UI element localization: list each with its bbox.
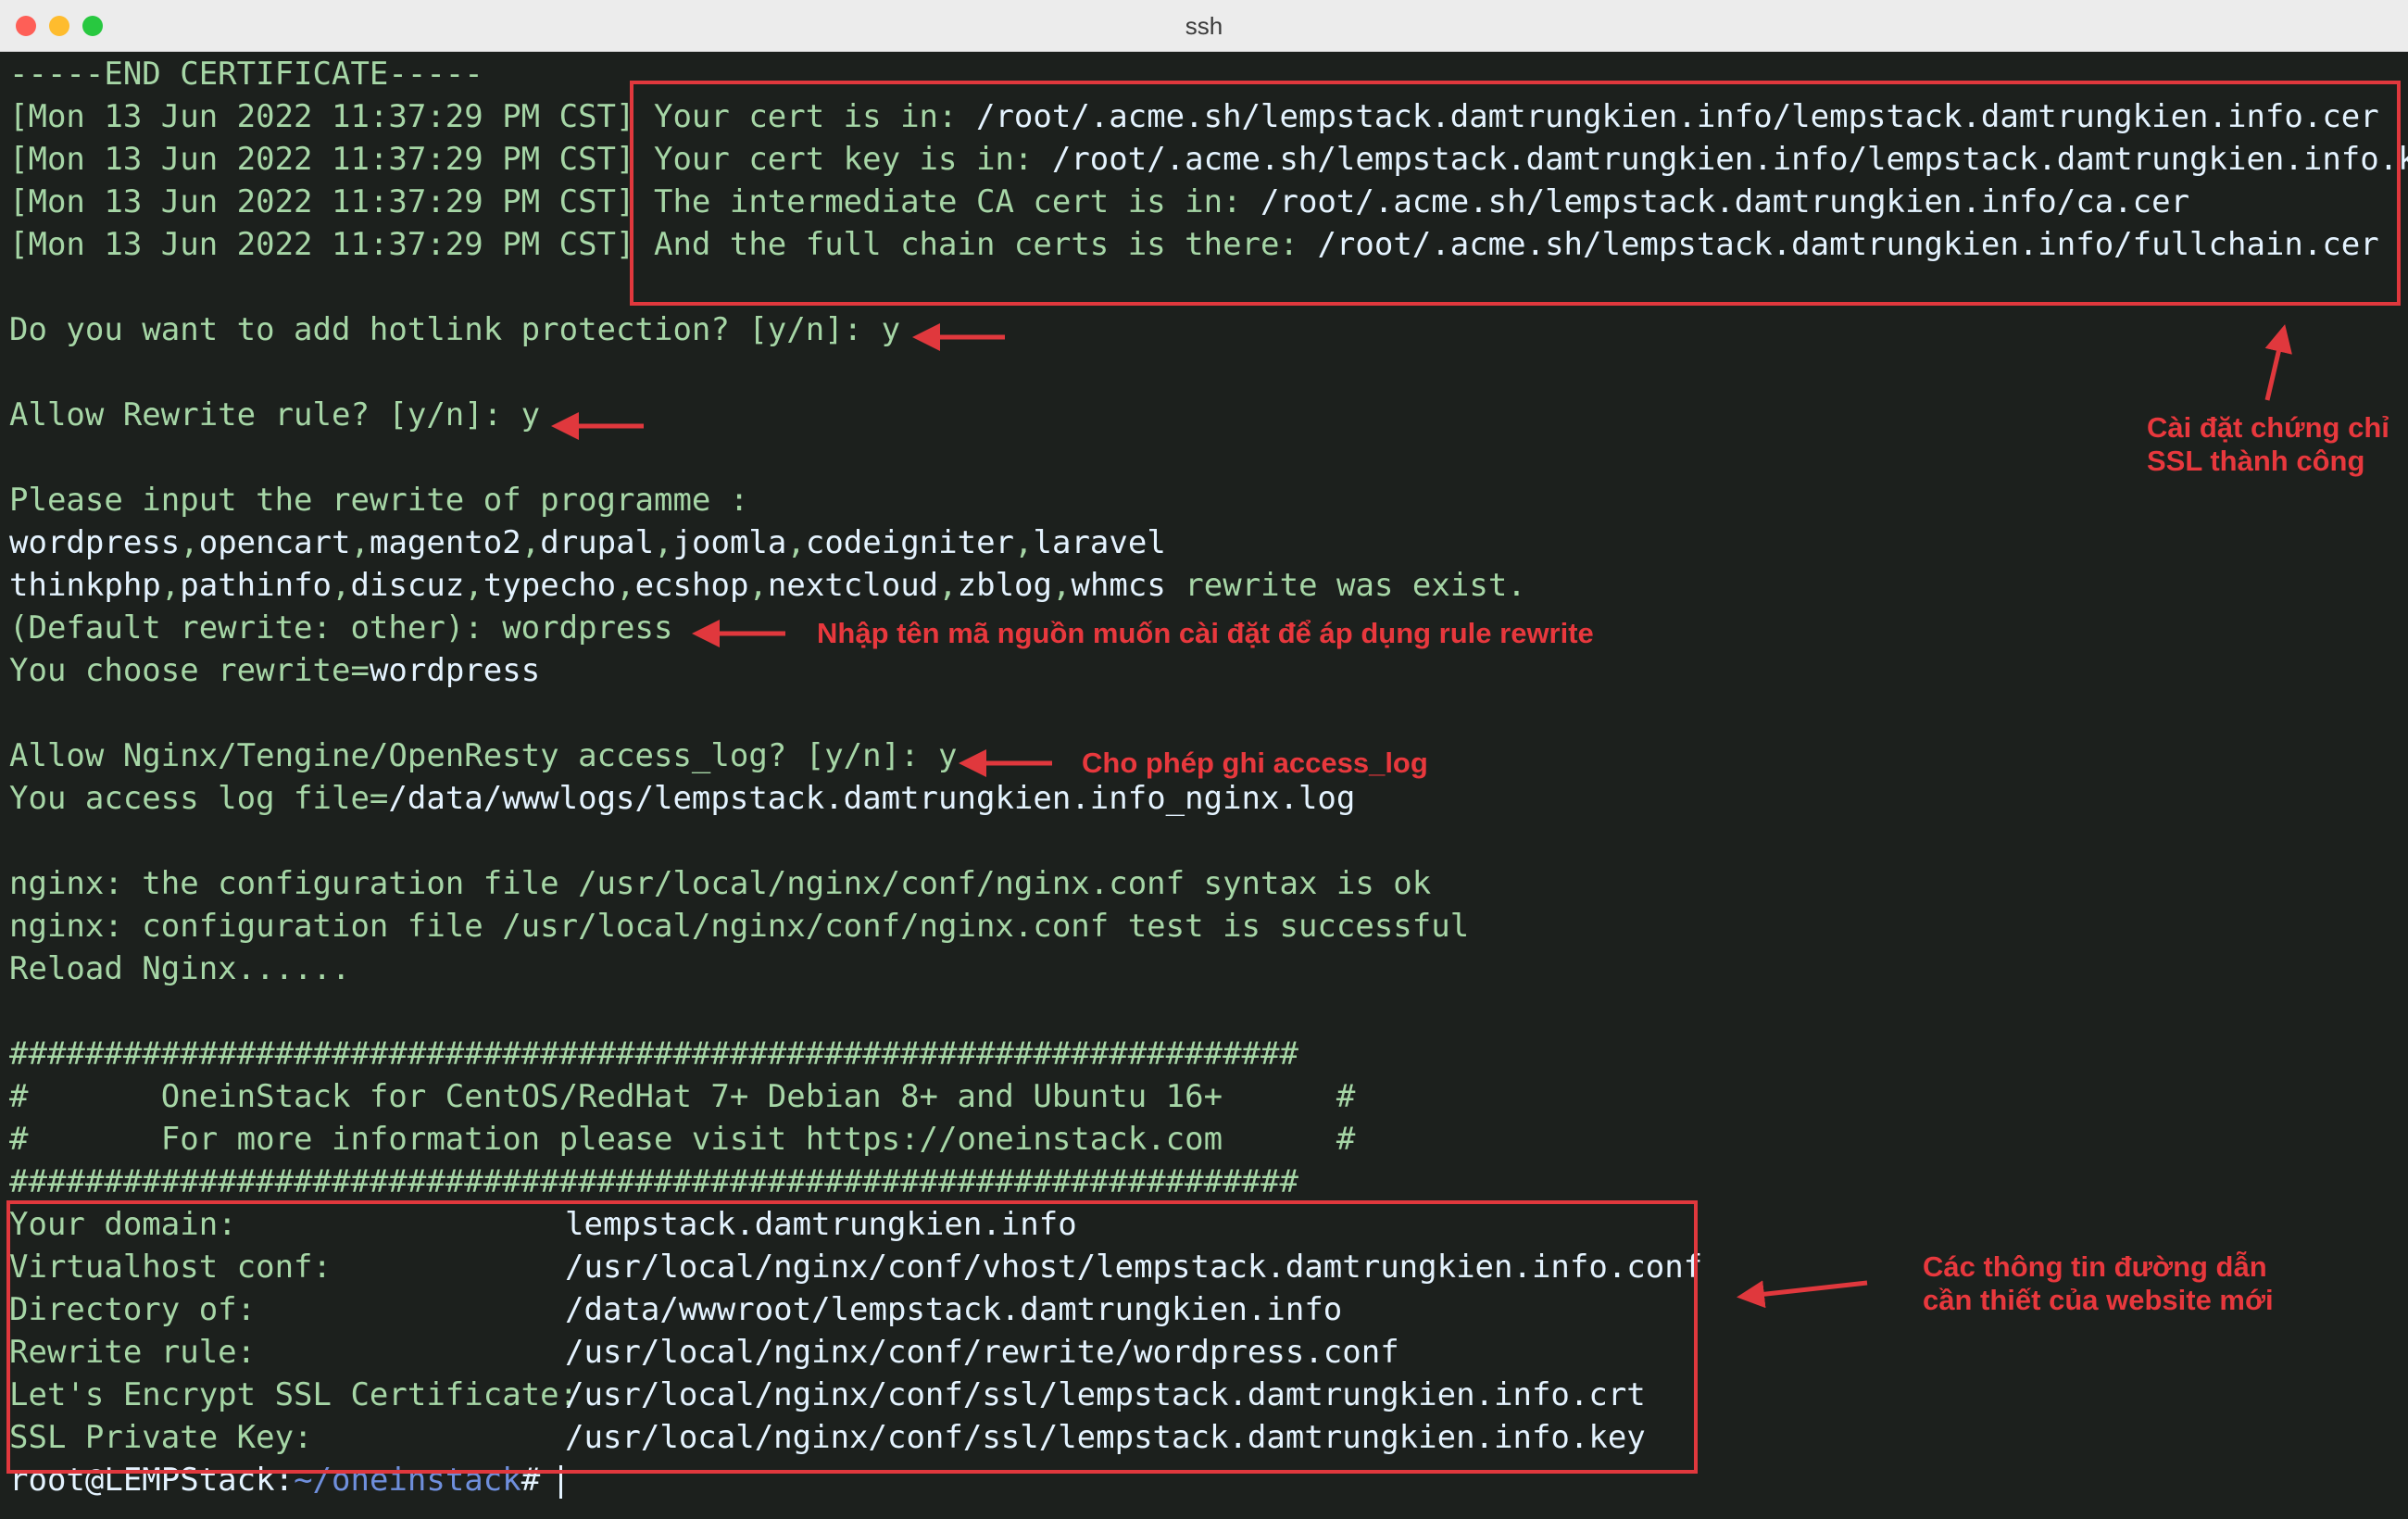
arrow-ssl-box: [2264, 324, 2292, 401]
arrow-info-box: [1737, 1280, 1868, 1309]
annotation-arrows: [551, 323, 2292, 1309]
